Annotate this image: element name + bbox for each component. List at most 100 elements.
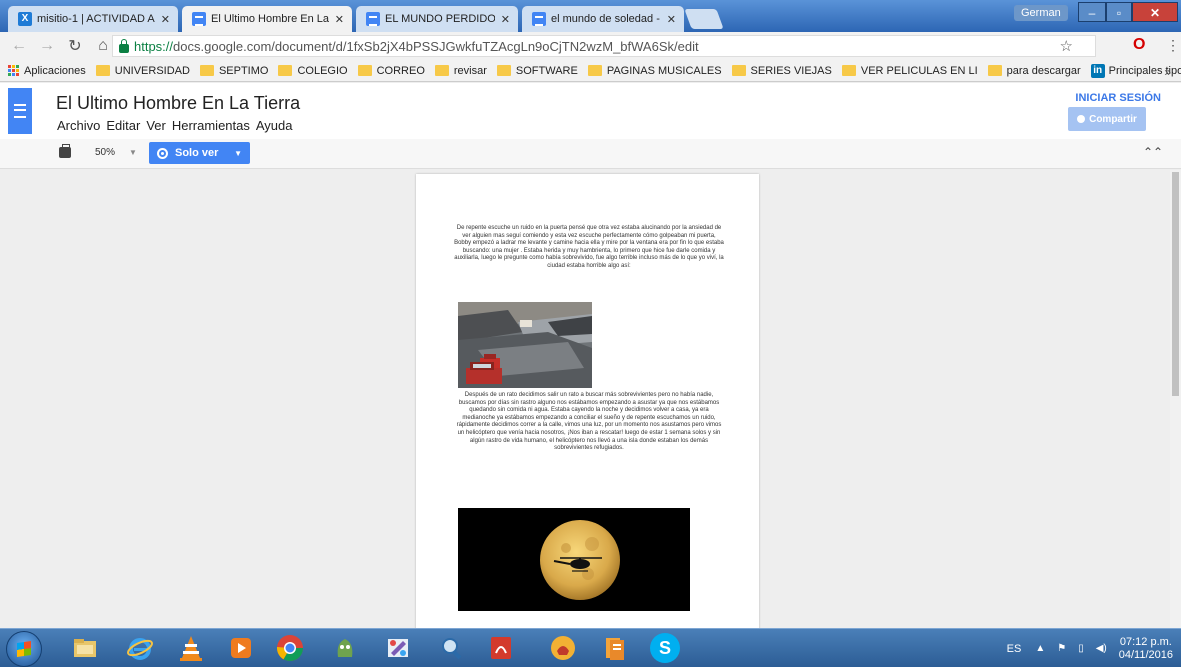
folder-icon [496,65,511,76]
menu-ver[interactable]: Ver [146,118,166,133]
more-bookmarks-button[interactable]: » [1164,65,1171,79]
damaged-city-image [458,302,592,388]
bookmark-folder[interactable]: para descargar [987,65,1081,77]
share-button[interactable]: Compartir [1068,107,1146,131]
search-app-icon[interactable] [437,633,467,663]
bookmark-star-icon[interactable]: ☆ [1060,37,1073,55]
moon-helicopter-image [458,508,690,611]
new-tab-button[interactable] [684,9,724,29]
bookmark-folder[interactable]: COLEGIO [278,65,348,77]
collapse-menus-icon[interactable]: ⌃⌃ [1143,145,1163,159]
bookmark-folder[interactable]: SERIES VIEJAS [731,65,832,77]
site-x-icon: X [18,12,32,26]
battery-icon[interactable]: ▯ [1078,643,1084,654]
zoom-select[interactable]: 50% [95,147,115,158]
view-mode-button[interactable]: Solo ver ▼ [149,142,250,164]
bookmark-folder[interactable]: SEPTIMO [199,64,269,77]
bookmark-apps[interactable]: Aplicaciones [0,65,86,77]
bookmark-folder[interactable]: UNIVERSIDAD [95,64,190,77]
bookmark-label: SOFTWARE [515,64,578,77]
volume-icon[interactable]: ◀) [1096,643,1107,654]
person-icon [1077,115,1086,123]
document-paragraph: De repente escuche un ruido en la puerta… [454,225,724,269]
docs-icon [192,12,206,26]
document-page: De repente escuche un ruido en la puerta… [416,174,759,628]
reload-button[interactable]: ↻ [66,36,84,56]
chrome-icon[interactable] [275,633,305,663]
tab-title: misitio-1 | ACTIVIDAD A [37,13,155,25]
profile-button[interactable]: German [1014,5,1068,21]
folder-icon [587,65,602,76]
close-window-button[interactable]: ✕ [1132,2,1178,22]
docs-icon [532,12,546,26]
folder-icon [987,65,1002,76]
share-label: Compartir [1089,113,1137,125]
vlc-icon[interactable] [176,633,206,663]
explorer-icon[interactable] [70,633,100,663]
chevron-down-icon: ▼ [129,148,137,157]
close-icon[interactable]: ✕ [667,13,676,26]
home-button[interactable]: ⌂ [94,37,112,55]
folder-icon [357,65,372,76]
minimize-button[interactable]: – [1078,2,1106,22]
menu-editar[interactable]: Editar [106,118,140,133]
tab-ultimo-hombre[interactable]: El Ultimo Hombre En La ✕ [182,6,352,32]
bookmark-label: SEPTIMO [218,64,269,77]
menu-bar: Archivo Editar Ver Herramientas Ayuda [57,118,299,133]
back-button[interactable]: ← [10,37,28,55]
game-icon[interactable] [330,633,360,663]
menu-ayuda[interactable]: Ayuda [256,118,293,133]
taskbar: S ES ▲ ⚑ ▯ ◀) 07:12 p.m. 04/11/2016 [0,628,1181,667]
bookmark-label: Aplicaciones [24,64,86,77]
maximize-button[interactable]: ▫ [1106,2,1132,22]
docs-home-icon[interactable] [8,88,32,134]
eye-icon [157,147,168,159]
document-paragraph: Después de un rato decidimos salir un ra… [456,392,722,452]
bookmark-folder[interactable]: CORREO [357,65,425,77]
skype-icon[interactable]: S [650,633,680,663]
system-tray: ES ▲ ⚑ ▯ ◀) 07:12 p.m. 04/11/2016 [1007,629,1181,667]
bookmark-label: UNIVERSIDAD [114,64,190,77]
language-indicator[interactable]: ES [1007,643,1022,655]
paint-icon[interactable] [383,633,413,663]
chevron-down-icon: ▼ [234,148,242,158]
close-icon[interactable]: ✕ [335,13,344,26]
browser-menu-icon[interactable]: ⋮ [1166,37,1180,54]
folder-icon [731,65,746,76]
lock-icon [119,38,129,53]
tray-expand-icon[interactable]: ▲ [1035,643,1045,654]
clock[interactable]: 07:12 p.m. 04/11/2016 [1119,636,1173,662]
tab-mundo-soledad[interactable]: el mundo de soledad - D ✕ [522,6,684,32]
linkedin-icon: in [1090,63,1105,78]
tab-title: El Ultimo Hombre En La [211,13,329,25]
menu-archivo[interactable]: Archivo [57,118,100,133]
docs-toolbar: 50% ▼ Solo ver ▼ ⌃⌃ [0,139,1181,169]
vertical-scrollbar[interactable] [1170,170,1181,628]
start-button[interactable] [6,631,42,667]
tab-mundo-perdido[interactable]: EL MUNDO PERDIDO - D ✕ [356,6,518,32]
bookmark-folder[interactable]: SOFTWARE [496,64,578,77]
clock-date: 04/11/2016 [1118,648,1173,661]
bookmark-folder[interactable]: revisar [434,65,487,77]
scrollbar-thumb[interactable] [1172,172,1179,396]
sign-in-link[interactable]: INICIAR SESIÓN [1075,92,1161,104]
forward-button[interactable]: → [38,37,56,55]
files-icon[interactable] [600,633,630,663]
bookmark-folder[interactable]: PAGINAS MUSICALES [587,65,722,77]
print-icon[interactable] [59,144,71,158]
gesture-icon[interactable] [548,633,578,663]
ie-icon[interactable] [125,633,155,663]
address-bar[interactable]: https:// docs.google.com/document/d/1fxS… [112,35,1096,57]
tab-misitio[interactable]: X misitio-1 | ACTIVIDAD A ✕ [8,6,178,32]
close-icon[interactable]: ✕ [161,13,170,26]
folder-icon [199,65,214,76]
opera-extension-icon[interactable]: O [1133,36,1145,54]
bookmark-folder[interactable]: VER PELICULAS EN LI [841,65,978,77]
pdf-icon[interactable] [486,633,516,663]
folder-icon [434,65,449,76]
flag-icon[interactable]: ⚑ [1057,643,1066,654]
folder-icon [95,65,110,76]
menu-herramientas[interactable]: Herramientas [172,118,250,133]
close-icon[interactable]: ✕ [501,13,510,26]
media-player-icon[interactable] [226,633,256,663]
